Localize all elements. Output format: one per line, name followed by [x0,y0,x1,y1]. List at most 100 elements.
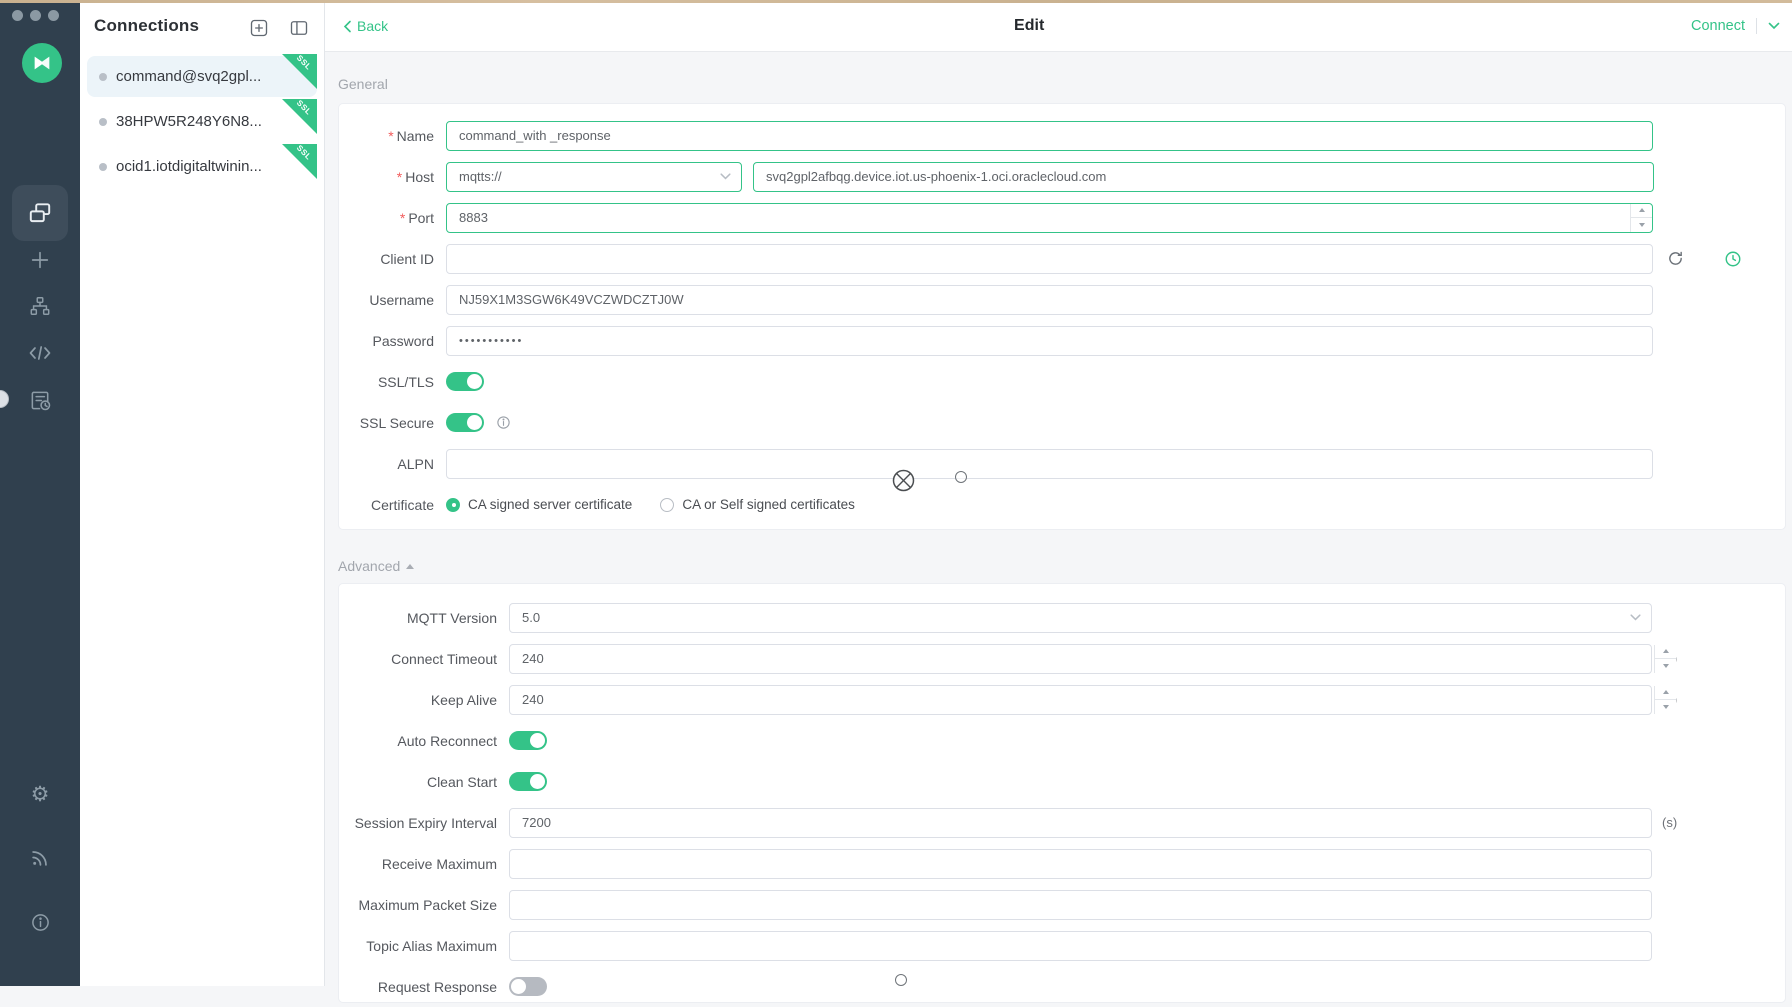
connections-panel-header: Connections [80,0,324,52]
chevron-down-icon[interactable] [1768,22,1780,30]
section-title-advanced[interactable]: Advanced [338,556,1792,576]
ssl-badge: SSL [282,99,317,134]
name-input[interactable] [446,121,1653,151]
stepper-up-icon[interactable] [1631,204,1652,219]
nav-topic-tree[interactable] [12,284,68,328]
field-label: Password [339,333,434,349]
client-id-input[interactable] [446,244,1653,274]
topic-alias-maximum-input[interactable] [509,931,1652,961]
radio-ca-signed[interactable]: CA signed server certificate [446,497,632,512]
required-mark: * [388,128,393,144]
form-content: General *Name *Host mqtts:// [325,52,1792,986]
window-controls [12,10,59,21]
form-row-ssl-tls: SSL/TLS [339,361,1785,402]
stepper-down-icon[interactable] [1655,700,1676,714]
client-id-timestamp-button[interactable] [1724,250,1742,268]
form-row-alpn: ALPN [339,443,1785,484]
back-button[interactable]: Back [343,0,388,52]
mqttx-logo-icon [31,52,53,74]
nav-about[interactable] [12,900,68,944]
session-expiry-input[interactable] [509,808,1652,838]
field-label: SSL/TLS [339,374,434,390]
form-row-keep-alive: Keep Alive (s) [339,679,1785,720]
username-input[interactable] [446,285,1653,315]
required-mark: * [400,210,405,226]
window-minimize-button[interactable] [30,10,41,21]
cursor-ring-icon [895,974,907,986]
connect-timeout-input[interactable] [509,644,1652,674]
field-label: Clean Start [339,774,497,790]
host-protocol-select[interactable]: mqtts:// [446,162,742,192]
window-close-button[interactable] [12,10,23,21]
advanced-card: MQTT Version 5.0 Connect Timeout [338,583,1786,1003]
field-label: MQTT Version [339,610,497,626]
form-row-name: *Name [339,115,1785,156]
maximum-packet-size-input[interactable] [509,890,1652,920]
ssl-badge: SSL [282,144,317,179]
connect-button[interactable]: Connect [1691,18,1745,34]
form-row-certificate: Certificate CA signed server certificate… [339,484,1785,525]
collapse-panel-button[interactable] [285,14,312,41]
ssl-tls-toggle[interactable] [446,372,484,391]
form-row-ssl-secure: SSL Secure [339,402,1785,443]
field-label: *Host [339,169,434,185]
form-row-port: *Port [339,197,1785,238]
form-row-password: Password [339,320,1785,361]
host-input[interactable] [753,162,1654,192]
nav-log[interactable] [12,378,68,422]
port-input[interactable] [446,203,1653,233]
form-row-connect-timeout: Connect Timeout (s) [339,638,1785,679]
nav-connections[interactable] [12,185,68,241]
clean-start-toggle[interactable] [509,772,547,791]
request-response-toggle[interactable] [509,977,547,996]
password-input[interactable] [446,326,1653,356]
ssl-badge: SSL [282,54,317,89]
radio-self-signed[interactable]: CA or Self signed certificates [660,497,855,512]
form-row-clean-start: Clean Start [339,761,1785,802]
new-connection-plus-icon [29,249,51,271]
new-connection-button[interactable] [245,14,272,41]
field-label: Keep Alive [339,692,497,708]
required-mark: * [397,169,402,185]
ssl-secure-toggle[interactable] [446,413,484,432]
form-row-topic-alias-maximum: Topic Alias Maximum [339,925,1785,966]
form-row-receive-maximum: Receive Maximum [339,843,1785,884]
stepper-up-icon[interactable] [1655,686,1676,701]
new-connection-icon [249,18,269,38]
list-item[interactable]: 38HPW5R248Y6N8... SSL [87,101,317,142]
auto-reconnect-toggle[interactable] [509,731,547,750]
connection-status-dot [99,118,107,126]
connection-status-dot [99,73,107,81]
nav-settings[interactable]: ⚙ [12,772,68,816]
field-label: Username [339,292,434,308]
receive-maximum-input[interactable] [509,849,1652,879]
keep-alive-input[interactable] [509,685,1652,715]
script-code-icon [28,341,52,365]
stepper-down-icon[interactable] [1655,659,1676,673]
field-label: *Name [339,128,434,144]
connection-status-dot [99,163,107,171]
log-icon [29,389,52,412]
radio-icon [446,498,460,512]
connections-icon [27,200,53,226]
window-zoom-button[interactable] [48,10,59,21]
edge-handle[interactable] [0,390,9,408]
stepper-up-icon[interactable] [1655,645,1676,660]
form-row-client-id: Client ID [339,238,1785,279]
chevron-down-icon [1630,614,1641,621]
regenerate-client-id-button[interactable] [1667,250,1684,267]
nav-script[interactable] [12,331,68,375]
stepper-down-icon[interactable] [1631,218,1652,232]
number-stepper [1654,686,1676,714]
clock-icon [1724,250,1742,268]
nav-broadcast[interactable] [12,836,68,880]
mqtt-version-select[interactable]: 5.0 [509,603,1652,633]
collapse-panel-icon [289,18,309,38]
chevron-down-icon [720,173,731,180]
list-item[interactable]: ocid1.iotdigitaltwinin... SSL [87,146,317,187]
alpn-input[interactable] [446,449,1653,479]
screen-top-strip [0,0,1792,3]
list-item[interactable]: command@svq2gpl... SSL [87,56,317,97]
nav-new-connection[interactable] [12,238,68,282]
connection-name: command@svq2gpl... [116,68,261,85]
